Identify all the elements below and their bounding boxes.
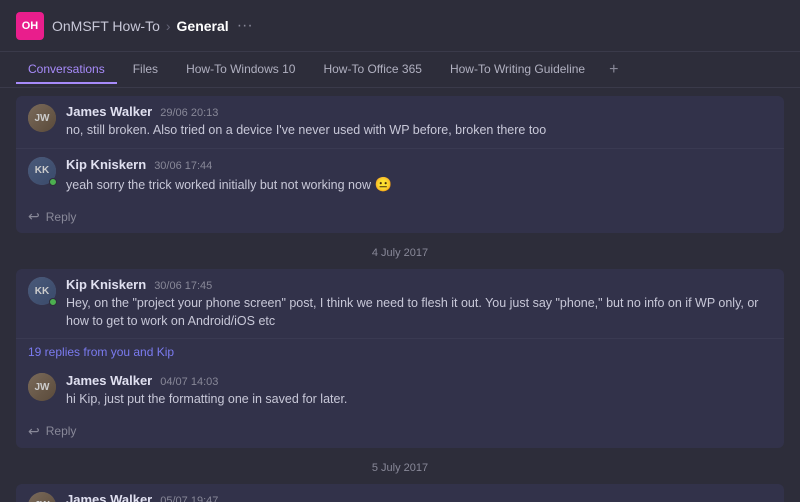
replies-count[interactable]: 19 replies from you and Kip	[16, 338, 784, 365]
channel-title: OnMSFT How-To › General	[52, 18, 229, 34]
timestamp: 05/07 19:47	[160, 495, 218, 502]
thread-2: KK Kip Kniskern 30/06 17:45 Hey, on the …	[16, 269, 784, 448]
message-header: James Walker 29/06 20:13	[66, 104, 772, 119]
avatar: JW	[28, 492, 56, 502]
thread-3: JW James Walker 05/07 19:47 Hey Kip, I j…	[16, 484, 784, 502]
timestamp: 30/06 17:44	[154, 160, 212, 172]
message-item: KK Kip Kniskern 30/06 17:45 Hey, on the …	[16, 269, 784, 338]
tab-bar: Conversations Files How-To Windows 10 Ho…	[0, 52, 800, 88]
message-header: James Walker 05/07 19:47	[66, 492, 772, 502]
message-body: James Walker 05/07 19:47 Hey Kip, I just…	[66, 492, 772, 502]
message-body: Kip Kniskern 30/06 17:44 yeah sorry the …	[66, 157, 772, 195]
sender-name: James Walker	[66, 492, 152, 502]
add-tab-button[interactable]: +	[601, 57, 626, 83]
reply-icon: ↩	[28, 208, 40, 225]
tab-howto-office365[interactable]: How-To Office 365	[311, 56, 434, 84]
message-item: KK Kip Kniskern 30/06 17:44 yeah sorry t…	[16, 148, 784, 203]
tab-conversations[interactable]: Conversations	[16, 56, 117, 84]
timestamp: 29/06 20:13	[160, 107, 218, 119]
channel-name: General	[177, 18, 229, 34]
sender-name: James Walker	[66, 104, 152, 119]
online-indicator	[49, 298, 57, 306]
tab-writing-guideline[interactable]: How-To Writing Guideline	[438, 56, 597, 84]
message-text: yeah sorry the trick worked initially bu…	[66, 175, 772, 195]
messages-content: JW James Walker 29/06 20:13 no, still br…	[0, 88, 800, 502]
message-item: JW James Walker 29/06 20:13 no, still br…	[16, 96, 784, 148]
date-separator: 5 July 2017	[16, 462, 784, 474]
reply-label: Reply	[46, 210, 77, 224]
message-text: Hey, on the "project your phone screen" …	[66, 295, 772, 330]
reply-icon: ↩	[28, 423, 40, 440]
avatar-initials: OH	[22, 20, 39, 32]
emoji: 😐	[374, 176, 391, 192]
message-body: Kip Kniskern 30/06 17:45 Hey, on the "pr…	[66, 277, 772, 330]
message-header: James Walker 04/07 14:03	[66, 373, 772, 388]
team-name: OnMSFT How-To	[52, 18, 160, 34]
breadcrumb-separator: ›	[166, 18, 171, 34]
message-header: Kip Kniskern 30/06 17:44	[66, 157, 772, 172]
date-separator: 4 July 2017	[16, 247, 784, 259]
message-header: Kip Kniskern 30/06 17:45	[66, 277, 772, 292]
message-item: JW James Walker 04/07 14:03 hi Kip, just…	[16, 365, 784, 417]
sender-name: Kip Kniskern	[66, 157, 146, 172]
message-body: James Walker 29/06 20:13 no, still broke…	[66, 104, 772, 140]
header: OH OnMSFT How-To › General ···	[0, 0, 800, 52]
tab-files[interactable]: Files	[121, 56, 170, 84]
reply-label: Reply	[46, 424, 77, 438]
reply-button[interactable]: ↩ Reply	[16, 202, 784, 233]
timestamp: 04/07 14:03	[160, 376, 218, 388]
avatar: JW	[28, 104, 56, 132]
sender-name: James Walker	[66, 373, 152, 388]
timestamp: 30/06 17:45	[154, 280, 212, 292]
avatar: KK	[28, 157, 56, 185]
thread-1: JW James Walker 29/06 20:13 no, still br…	[16, 96, 784, 233]
team-avatar: OH	[16, 12, 44, 40]
message-text: hi Kip, just put the formatting one in s…	[66, 391, 772, 409]
avatar: JW	[28, 373, 56, 401]
tab-howto-windows10[interactable]: How-To Windows 10	[174, 56, 307, 84]
message-item: JW James Walker 05/07 19:47 Hey Kip, I j…	[16, 484, 784, 502]
message-text: no, still broken. Also tried on a device…	[66, 122, 772, 140]
message-body: James Walker 04/07 14:03 hi Kip, just pu…	[66, 373, 772, 409]
sender-name: Kip Kniskern	[66, 277, 146, 292]
reply-button[interactable]: ↩ Reply	[16, 417, 784, 448]
online-indicator	[49, 178, 57, 186]
more-options-icon[interactable]: ···	[237, 17, 253, 35]
avatar: KK	[28, 277, 56, 305]
